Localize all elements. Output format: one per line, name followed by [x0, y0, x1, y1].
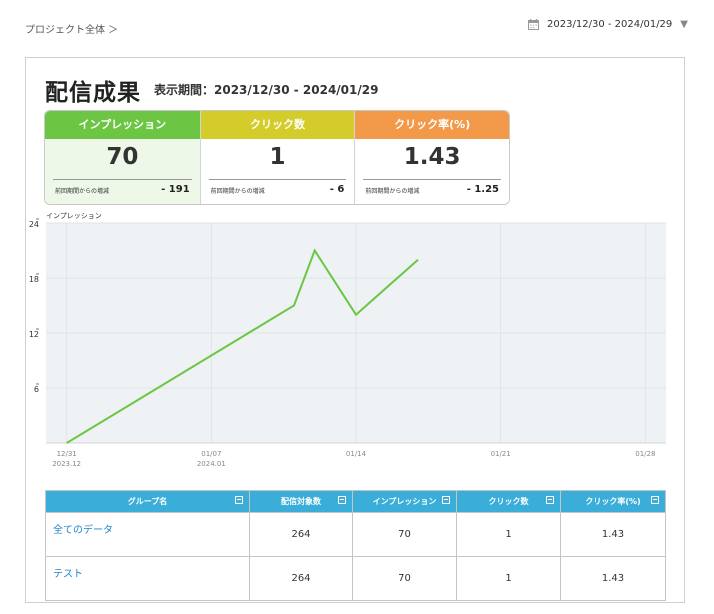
x-tick-label: 12/31: [57, 450, 77, 458]
divider: [208, 179, 347, 180]
results-panel: 配信成果 表示期間：2023/12/30 - 2024/01/29 インプレッシ…: [25, 57, 685, 603]
y-tick-label: 12: [29, 330, 39, 339]
kpi-card-ctr: クリック率(%) 1.43 前回期間からの増減 - 1.25: [354, 111, 509, 204]
date-range-text: 2023/12/30 - 2024/01/29: [547, 19, 673, 30]
table-cell: 1: [456, 556, 561, 601]
col-group-name: グループ名: [45, 490, 250, 513]
kpi-diff-value: - 191: [161, 184, 190, 195]
chart-title: インプレッション: [46, 212, 102, 220]
kpi-header: インプレッション: [45, 111, 200, 139]
kpi-header: クリック率(%): [355, 111, 509, 139]
table-cell: 1.43: [560, 512, 666, 557]
page-title: 配信成果: [45, 80, 141, 106]
col-clicks: クリック数: [456, 490, 561, 513]
date-range-picker[interactable]: 2023/12/30 - 2024/01/29 ▼: [528, 19, 688, 30]
collapse-icon[interactable]: [442, 496, 450, 504]
header-label: インプレッション: [372, 497, 437, 506]
group-table: グループ名 配信対象数 インプレッション クリック数 クリック率(%) 全てのデ…: [45, 490, 666, 601]
calendar-icon: [528, 19, 540, 30]
collapse-icon[interactable]: [235, 496, 243, 504]
kpi-value: 70: [106, 144, 139, 170]
table-cell: 264: [249, 556, 353, 601]
kpi-diff-label: 前回期間からの増減: [365, 188, 420, 195]
col-impressions: インプレッション: [352, 490, 457, 513]
group-link[interactable]: テスト: [45, 556, 250, 601]
collapse-icon[interactable]: [651, 496, 659, 504]
header-label: 配信対象数: [281, 497, 321, 506]
collapse-icon[interactable]: [546, 496, 554, 504]
table-cell: 70: [352, 512, 457, 557]
x-tick-label: 01/28: [635, 450, 655, 458]
caret-down-icon[interactable]: ▼: [680, 19, 688, 30]
x-tick-sublabel: 2024.01: [197, 460, 226, 468]
header-label: クリック率(%): [585, 497, 641, 506]
table-cell: 264: [249, 512, 353, 557]
kpi-diff-label: 前回期間からの増減: [210, 188, 265, 195]
col-ctr: クリック率(%): [560, 490, 666, 513]
collapse-icon[interactable]: [338, 496, 346, 504]
group-link[interactable]: 全てのデータ: [45, 512, 250, 557]
table-header-row: グループ名 配信対象数 インプレッション クリック数 クリック率(%): [45, 490, 666, 513]
kpi-diff-label: 前回期間からの増減: [55, 188, 110, 195]
table-cell: 70: [352, 556, 457, 601]
x-tick-label: 01/21: [491, 450, 511, 458]
header-label: クリック数: [488, 497, 529, 506]
kpi-diff-value: - 6: [329, 184, 345, 195]
table-cell: 1.43: [560, 556, 666, 601]
table-row: テスト 264 70 1 1.43: [45, 556, 666, 601]
divider: [53, 179, 192, 180]
kpi-card-impressions: インプレッション 70 前回期間からの増減 - 191: [45, 111, 200, 204]
kpi-value: 1: [269, 144, 286, 170]
header-label: グループ名: [127, 497, 168, 506]
divider: [363, 179, 502, 180]
x-tick-sublabel: 2023.12: [52, 460, 81, 468]
kpi-diff-value: - 1.25: [466, 184, 500, 195]
table-cell: 1: [456, 512, 561, 557]
kpi-header: クリック数: [200, 111, 355, 139]
x-tick-label: 01/14: [346, 450, 367, 458]
col-delivery-targets: 配信対象数: [249, 490, 353, 513]
y-tick-label: 18: [29, 275, 39, 284]
display-period: 表示期間：2023/12/30 - 2024/01/29: [154, 83, 379, 97]
y-tick-label: 6: [34, 385, 39, 394]
table-row: 全てのデータ 264 70 1 1.43: [45, 512, 666, 557]
line-chart-svg: インプレッション 6 12 18 24 12/31 2023.12 01/07 2024.01 0…: [29, 212, 666, 468]
x-tick-label: 01/07: [201, 450, 221, 458]
y-tick-label: 24: [29, 220, 39, 229]
kpi-value: 1.43: [403, 144, 461, 170]
breadcrumb[interactable]: プロジェクト全体 ＞: [25, 21, 118, 36]
impressions-chart: インプレッション 6 12 18 24 12/31 2023.12 01/07 2024.01 0…: [26, 208, 686, 478]
kpi-cards: インプレッション 70 前回期間からの増減 - 191 クリック数 1 前回期間…: [44, 110, 510, 205]
kpi-card-clicks: クリック数 1 前回期間からの増減 - 6: [199, 111, 355, 204]
